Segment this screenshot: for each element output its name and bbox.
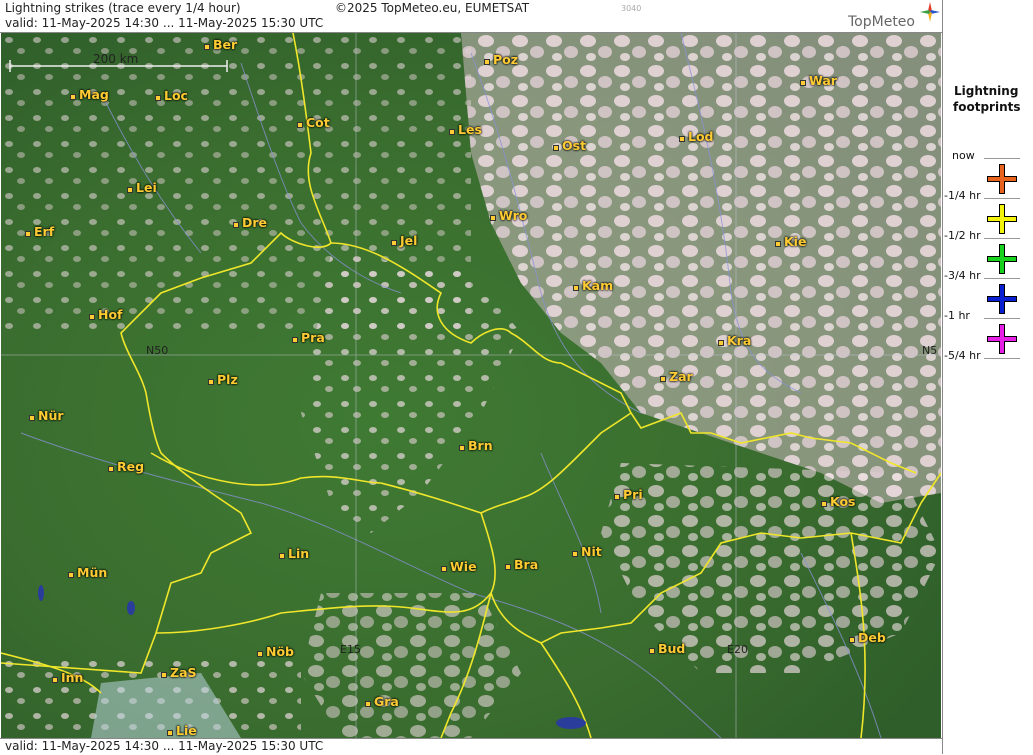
satellite-map: 200 km N50 N5 E15 E20 Ber Poz War Mag Lo… — [1, 33, 941, 738]
city-label: Pri — [614, 487, 643, 502]
city-label: Deb — [849, 630, 886, 645]
legend-label: -3/4 hr — [944, 269, 981, 282]
lat-label-right: N5 — [922, 344, 938, 357]
footer-bar: valid: 11-May-2025 14:30 ... 11-May-2025… — [0, 738, 942, 755]
cross-icon-magenta — [987, 324, 1017, 354]
lake-balaton — [556, 717, 586, 729]
valid-time-footer: valid: 11-May-2025 14:30 ... 11-May-2025… — [5, 739, 324, 753]
legend-title-line2: footprints — [953, 100, 1021, 114]
city-label: Nit — [572, 544, 602, 559]
legend-label: -5/4 hr — [944, 349, 981, 362]
city-label: Lin — [279, 546, 309, 561]
city-label: ZaS — [161, 665, 197, 680]
city-label: Wro — [490, 208, 527, 223]
city-label: Nöb — [257, 644, 294, 659]
image-code: 3040 — [621, 4, 642, 13]
city-label: Bra — [505, 557, 538, 572]
city-label: Ber — [204, 37, 237, 52]
city-label: Inn — [52, 670, 83, 685]
city-label: Hof — [89, 307, 123, 322]
city-label: Wie — [441, 559, 477, 574]
legend-label: -1/4 hr — [944, 189, 981, 202]
city-label: Reg — [108, 459, 144, 474]
legend-label: -1/2 hr — [944, 229, 981, 242]
city-label: Lei — [127, 180, 157, 195]
city-label: Poz — [484, 52, 518, 67]
legend-title-line1: Lightning — [954, 84, 1019, 98]
lake-ammersee — [38, 585, 44, 601]
city-label: Lie — [167, 723, 197, 738]
legend-tick — [984, 158, 1020, 159]
city-label: Brn — [459, 438, 493, 453]
city-label: Nür — [29, 408, 64, 423]
map-canvas — [1, 33, 941, 738]
city-label: Gra — [365, 694, 399, 709]
lat-label-left: N50 — [146, 344, 169, 357]
city-label: War — [800, 73, 837, 88]
city-label: Loc — [155, 88, 188, 103]
city-label: Cot — [297, 115, 330, 130]
legend-label: -1 hr — [944, 309, 970, 322]
lake-chiemsee — [127, 601, 135, 615]
legend-tick — [984, 358, 1020, 359]
city-label: Plz — [208, 372, 238, 387]
city-label: Bud — [649, 641, 685, 656]
city-label: Kie — [775, 234, 806, 249]
valid-time-header: valid: 11-May-2025 14:30 ... 11-May-2025… — [5, 16, 324, 30]
copyright-text: ©2025 TopMeteo.eu, EUMETSAT — [335, 1, 530, 15]
city-label: Mün — [68, 565, 107, 580]
lon-label-e15: E15 — [340, 643, 361, 656]
lon-label-e20: E20 — [727, 643, 748, 656]
cross-icon-yellow — [987, 204, 1017, 234]
header-bar: Lightning strikes (trace every 1/4 hour)… — [0, 0, 942, 33]
city-label: Kos — [821, 494, 856, 509]
cross-icon-green — [987, 244, 1017, 274]
map-window: Lightning strikes (trace every 1/4 hour)… — [0, 0, 1033, 755]
city-label: Zar — [660, 369, 693, 384]
map-title: Lightning strikes (trace every 1/4 hour) — [5, 1, 241, 15]
brand-logo-text: TopMeteo — [848, 14, 915, 30]
city-label: Pra — [292, 330, 325, 345]
city-label: Erf — [25, 224, 54, 239]
city-label: Ost — [553, 138, 586, 153]
legend-panel: Lightning footprints now -1/4 hr -1/2 hr… — [942, 0, 1033, 754]
cross-icon-orange — [987, 164, 1017, 194]
legend-tick — [984, 238, 1020, 239]
legend-tick — [984, 318, 1020, 319]
compass-logo-icon — [920, 2, 940, 22]
city-label: Jel — [391, 233, 417, 248]
scale-label: 200 km — [93, 52, 139, 66]
cross-icon-blue — [987, 284, 1017, 314]
legend-tick — [984, 198, 1020, 199]
city-label: Kam — [573, 278, 613, 293]
city-label: Lod — [679, 129, 714, 144]
city-label: Mag — [70, 87, 109, 102]
city-label: Dre — [233, 215, 267, 230]
city-label: Les — [449, 122, 482, 137]
city-label: Kra — [718, 333, 751, 348]
legend-label-now: now — [952, 149, 975, 162]
legend-tick — [984, 278, 1020, 279]
